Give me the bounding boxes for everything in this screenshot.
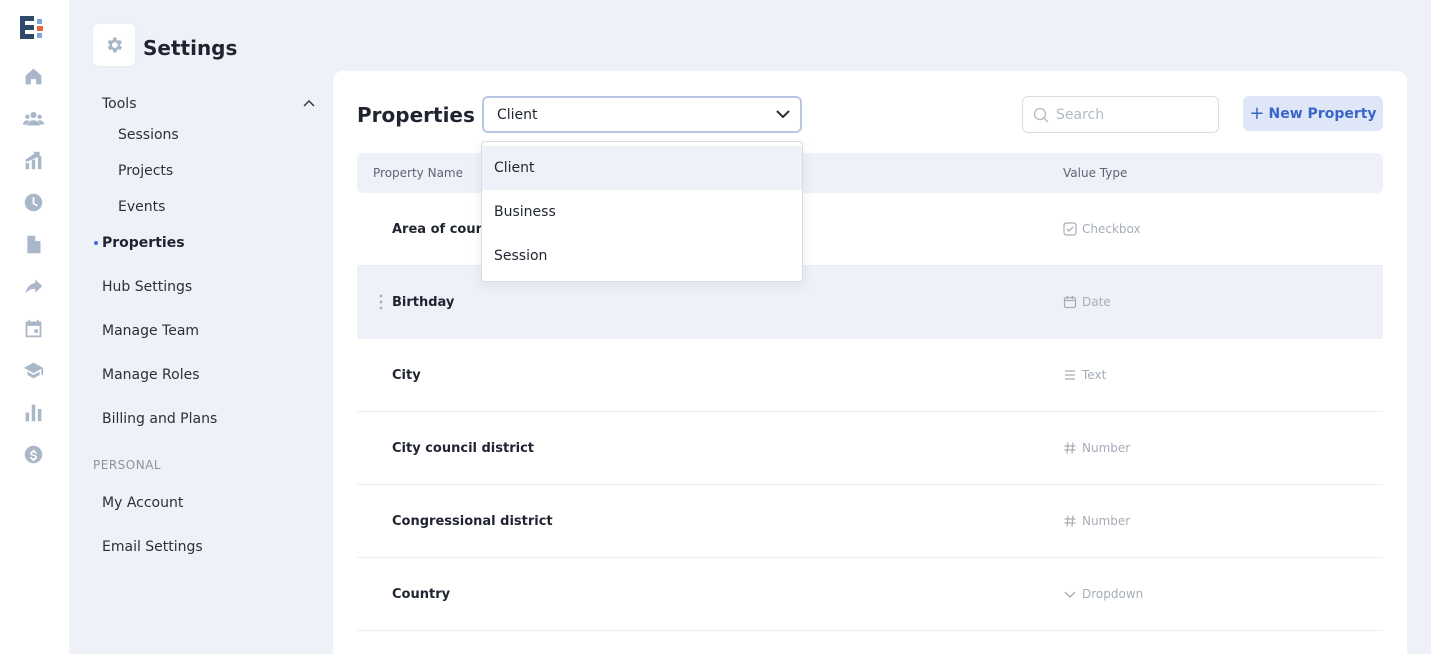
property-name: City (392, 368, 421, 383)
calendar-icon[interactable] (22, 317, 44, 339)
chevron-down-icon (776, 110, 790, 118)
select-value: Client (497, 107, 538, 123)
text-lines-icon (1065, 370, 1075, 380)
dollar-icon[interactable] (22, 443, 44, 465)
nav-group-tools[interactable]: Tools (102, 96, 137, 112)
property-name: Country (392, 587, 451, 602)
page-title: Settings (143, 36, 238, 60)
value-type: Checkbox (1063, 222, 1141, 236)
object-type-dropdown-menu: Client Business Session (481, 141, 803, 282)
reports-icon[interactable] (22, 401, 44, 423)
value-type-label: Dropdown (1082, 587, 1144, 601)
clients-icon[interactable] (22, 107, 44, 129)
nav-item-billing-plans[interactable]: Billing and Plans (102, 411, 217, 427)
value-type: Date (1063, 295, 1111, 309)
search-input[interactable] (1056, 105, 1206, 125)
property-name: Birthday (392, 295, 455, 310)
value-type: Dropdown (1063, 587, 1143, 601)
object-type-select[interactable]: Client (482, 96, 802, 133)
nav-item-sessions[interactable]: Sessions (118, 127, 179, 143)
home-icon[interactable] (22, 65, 44, 87)
file-icon[interactable] (22, 233, 44, 255)
table-row[interactable]: Country Dropdown (357, 558, 1383, 631)
section-label-personal: PERSONAL (93, 458, 162, 472)
value-type-label: Number (1082, 514, 1131, 528)
value-type: Number (1063, 441, 1130, 455)
hash-icon (1064, 442, 1076, 454)
value-type: Text (1063, 368, 1106, 382)
property-name: City council district (392, 441, 535, 456)
settings-gear-badge (93, 24, 135, 66)
dropdown-option-session[interactable]: Session (482, 234, 802, 278)
chevron-up-icon[interactable] (303, 99, 315, 107)
value-type-label: Text (1082, 368, 1107, 382)
nav-item-manage-roles[interactable]: Manage Roles (102, 367, 200, 383)
gear-icon (107, 37, 122, 53)
drag-handle-icon[interactable] (379, 294, 383, 310)
nav-item-email-settings[interactable]: Email Settings (102, 539, 203, 555)
table-row[interactable]: Congressional district Number (357, 485, 1383, 558)
growth-icon[interactable] (22, 149, 44, 171)
search-box (1022, 96, 1219, 133)
table-row[interactable]: City Text (357, 339, 1383, 412)
value-type-label: Date (1082, 295, 1111, 309)
column-header-value-type: Value Type (1063, 166, 1128, 180)
nav-item-my-account[interactable]: My Account (102, 495, 183, 511)
chevron-down-icon (1064, 591, 1076, 598)
properties-title: Properties (357, 103, 475, 127)
value-type-label: Checkbox (1082, 222, 1141, 236)
column-header-property-name: Property Name (373, 166, 463, 180)
education-icon[interactable] (22, 359, 44, 381)
nav-item-properties[interactable]: Properties (102, 235, 185, 251)
calendar-icon (1063, 296, 1077, 309)
new-property-label: New Property (1268, 105, 1377, 122)
share-icon[interactable] (22, 275, 44, 297)
search-icon (1033, 107, 1049, 123)
dropdown-option-client[interactable]: Client (482, 146, 802, 190)
new-property-button[interactable]: + New Property (1243, 96, 1383, 131)
clock-icon[interactable] (22, 191, 44, 213)
dropdown-option-business[interactable]: Business (482, 190, 802, 234)
hash-icon (1064, 515, 1076, 527)
nav-item-projects[interactable]: Projects (118, 163, 173, 179)
app-logo-icon[interactable] (20, 15, 46, 41)
active-indicator-dot (94, 241, 98, 245)
nav-item-manage-team[interactable]: Manage Team (102, 323, 199, 339)
app-rail (0, 0, 69, 654)
value-type: Number (1063, 514, 1130, 528)
plus-icon: + (1249, 102, 1265, 124)
checkbox-icon (1063, 222, 1077, 236)
nav-item-hub-settings[interactable]: Hub Settings (102, 279, 192, 295)
table-row[interactable]: City council district Number (357, 412, 1383, 485)
property-name: Congressional district (392, 514, 553, 529)
value-type-label: Number (1082, 441, 1131, 455)
nav-item-events[interactable]: Events (118, 199, 165, 215)
